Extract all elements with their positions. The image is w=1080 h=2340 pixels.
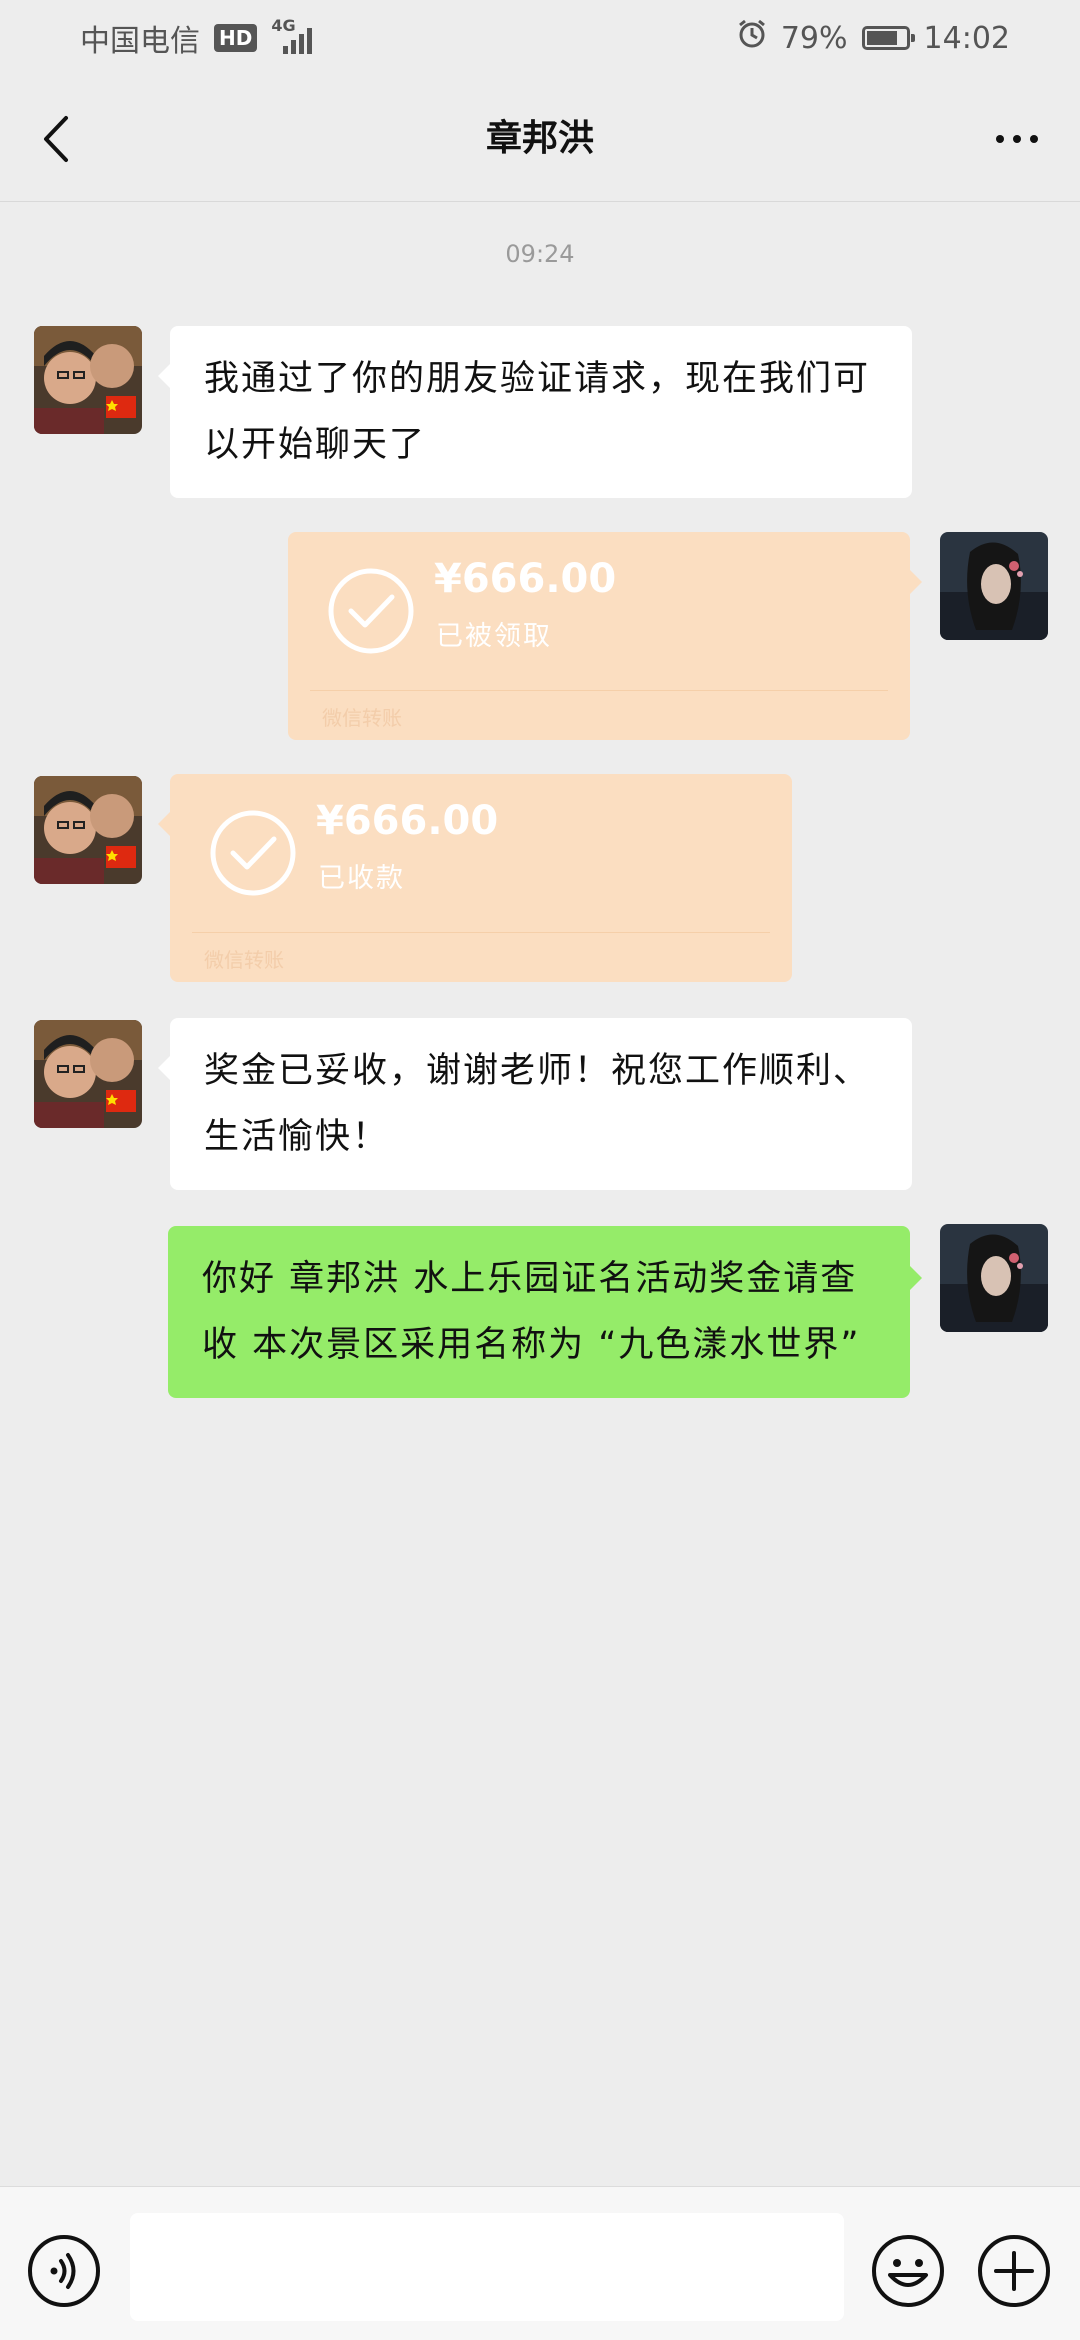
contact-avatar[interactable] bbox=[34, 1020, 142, 1128]
status-left: 中国电信 HD 4G bbox=[80, 16, 327, 60]
check-circle-icon bbox=[210, 810, 296, 896]
message-input[interactable] bbox=[130, 2213, 844, 2321]
message-bubble-incoming[interactable]: 奖金已妥收，谢谢老师！祝您工作顺利、生活愉快！ bbox=[158, 1018, 912, 1190]
chat-header: 章邦洪 bbox=[0, 76, 1080, 202]
plus-icon bbox=[978, 2235, 1050, 2307]
chat-title: 章邦洪 bbox=[485, 118, 594, 159]
status-bar: 中国电信 HD 4G 79% 14:02 bbox=[0, 0, 1080, 76]
signal-icon: 4G bbox=[271, 16, 327, 56]
transfer-divider bbox=[310, 690, 888, 691]
alarm-icon bbox=[737, 19, 767, 57]
emoji-icon bbox=[872, 2235, 944, 2307]
message-bubble-incoming[interactable]: 我通过了你的朋友验证请求，现在我们可以开始聊天了 bbox=[158, 326, 912, 498]
voice-button[interactable] bbox=[26, 2233, 102, 2309]
transfer-card-outgoing[interactable]: ¥666.00 已被领取 微信转账 bbox=[288, 532, 922, 740]
status-right: 79% 14:02 bbox=[737, 19, 1010, 57]
input-bar bbox=[0, 2186, 1080, 2340]
battery-percent: 79% bbox=[780, 20, 848, 56]
message-bubble-outgoing[interactable]: 你好 章邦洪 水上乐园证名活动奖金请查收 本次景区采用名称为 “九色漾水世界” bbox=[168, 1226, 922, 1398]
plus-button[interactable] bbox=[976, 2233, 1052, 2309]
transfer-status: 已收款 bbox=[318, 863, 405, 894]
transfer-label: 微信转账 bbox=[204, 948, 284, 972]
hd-badge: HD bbox=[214, 24, 258, 52]
check-circle-icon bbox=[328, 568, 414, 654]
voice-icon bbox=[28, 2235, 100, 2307]
emoji-button[interactable] bbox=[870, 2233, 946, 2309]
my-avatar[interactable] bbox=[940, 532, 1048, 640]
contact-avatar[interactable] bbox=[34, 776, 142, 884]
my-avatar[interactable] bbox=[940, 1224, 1048, 1332]
contact-avatar[interactable] bbox=[34, 326, 142, 434]
message-text: 奖金已妥收，谢谢老师！祝您工作顺利、生活愉快！ bbox=[204, 1051, 871, 1157]
transfer-divider bbox=[192, 932, 770, 933]
transfer-amount: ¥666.00 bbox=[316, 798, 499, 844]
transfer-label: 微信转账 bbox=[322, 706, 402, 730]
carrier-name: 中国电信 bbox=[80, 24, 200, 59]
clock: 14:02 bbox=[923, 20, 1010, 56]
transfer-amount: ¥666.00 bbox=[434, 556, 617, 602]
more-icon bbox=[996, 135, 1004, 143]
transfer-status: 已被领取 bbox=[436, 621, 552, 652]
more-button[interactable] bbox=[982, 116, 1052, 162]
message-timestamp: 09:24 bbox=[505, 240, 575, 268]
transfer-card-incoming[interactable]: ¥666.00 已收款 微信转账 bbox=[158, 774, 792, 982]
battery-icon bbox=[861, 26, 915, 50]
message-text: 你好 章邦洪 水上乐园证名活动奖金请查收 本次景区采用名称为 “九色漾水世界” bbox=[202, 1259, 861, 1365]
message-text: 我通过了你的朋友验证请求，现在我们可以开始聊天了 bbox=[204, 359, 871, 465]
